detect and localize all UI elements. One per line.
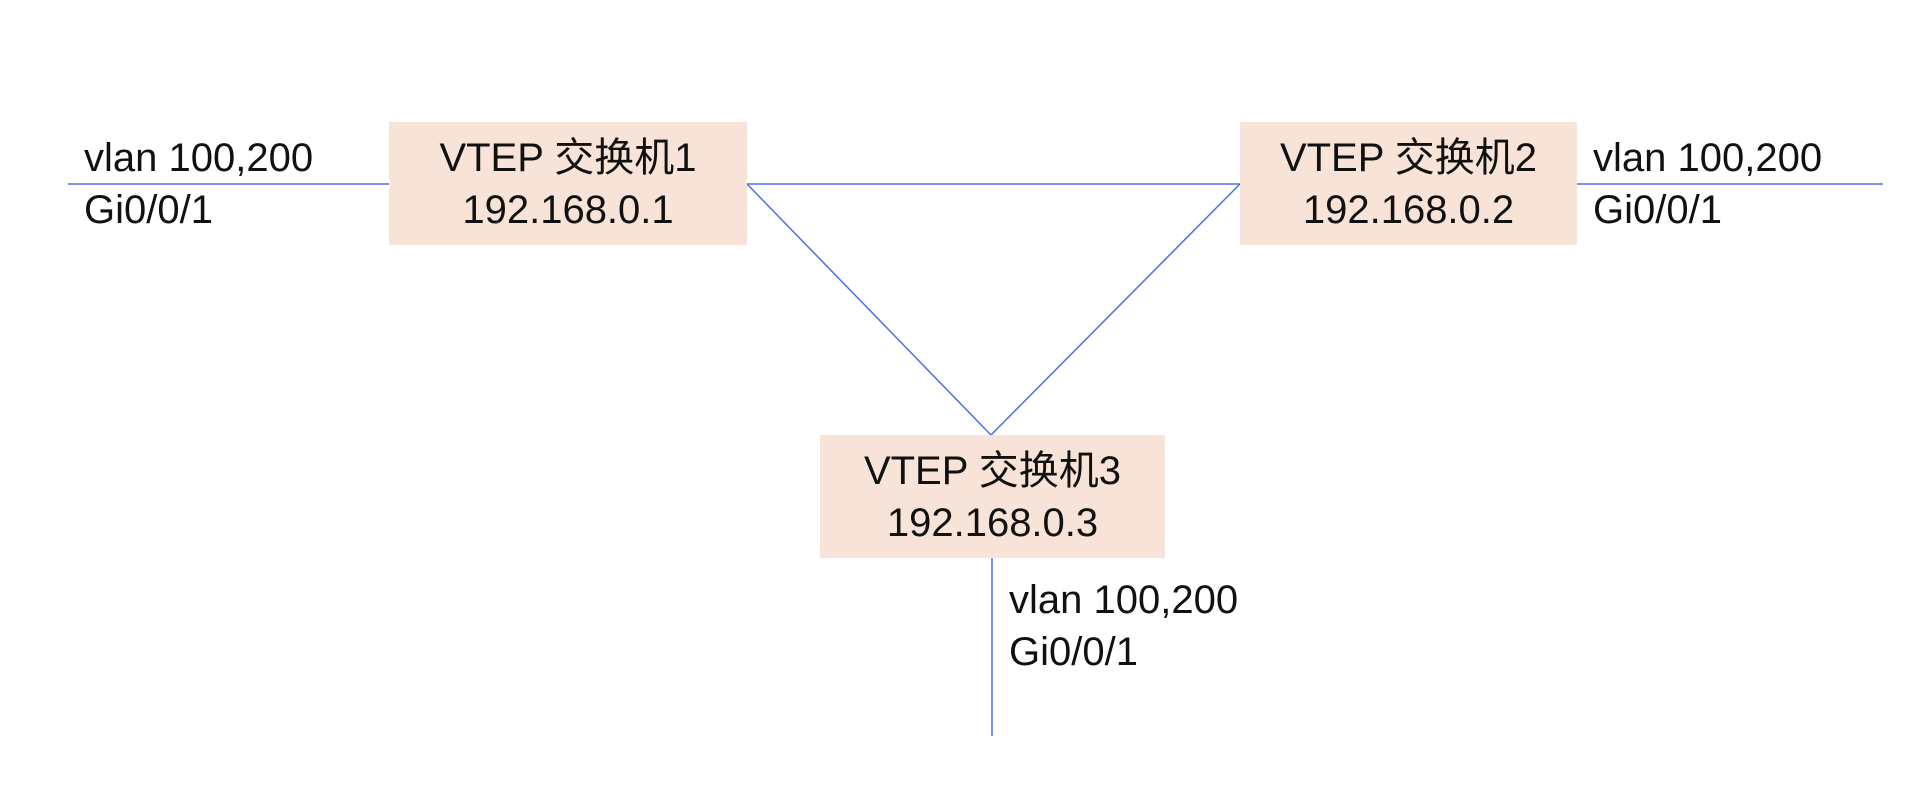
port2-vlan-label: vlan 100,200 — [1593, 136, 1823, 180]
switch3-name: VTEP 交换机3 — [863, 448, 1122, 493]
switch2-name: VTEP 交换机2 — [1279, 135, 1538, 180]
port1-interface-label: Gi0/0/1 — [84, 188, 213, 232]
switch1-ip: 192.168.0.1 — [462, 187, 674, 232]
link-switch2-switch3 — [990, 183, 1241, 436]
port3-interface-label: Gi0/0/1 — [1009, 630, 1138, 674]
switch3-ip: 192.168.0.3 — [886, 500, 1099, 545]
port3-vlan-label: vlan 100,200 — [1009, 578, 1239, 622]
port2-interface-label: Gi0/0/1 — [1593, 188, 1722, 232]
switch3-box: VTEP 交换机3 192.168.0.3 — [820, 435, 1165, 558]
port1-vlan-label: vlan 100,200 — [84, 136, 314, 180]
switch2-ip: 192.168.0.2 — [1302, 187, 1515, 232]
switch2-box: VTEP 交换机2 192.168.0.2 — [1240, 122, 1577, 245]
switch1-name: VTEP 交换机1 — [439, 135, 697, 180]
switch1-box: VTEP 交换机1 192.168.0.1 — [389, 122, 747, 245]
topology-links — [68, 183, 1883, 736]
link-switch1-switch3 — [746, 183, 992, 436]
